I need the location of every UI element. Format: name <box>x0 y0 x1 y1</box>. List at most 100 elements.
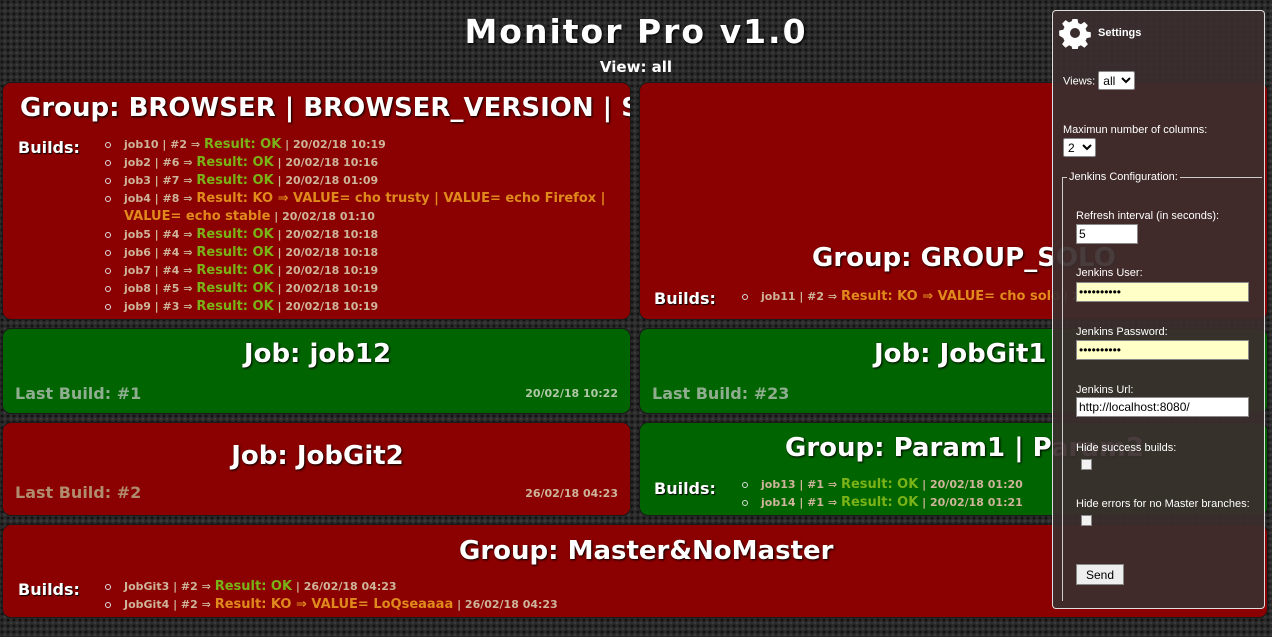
settings-panel: Settings Views: all Maximun number of co… <box>1052 10 1265 609</box>
refresh-label: Refresh interval (in seconds): <box>1076 210 1220 222</box>
build-item: job5 | #4 ⇒ Result: OK | 20/02/18 10:18 <box>103 226 623 244</box>
build-result: Result: OK <box>203 137 282 152</box>
build-date: | 20/02/18 01:10 <box>270 210 375 223</box>
arrow-icon: ⇒ <box>183 174 193 187</box>
jenkins-config-legend: Jenkins Configuration: <box>1069 171 1178 183</box>
jenkins-password-input[interactable] <box>1076 340 1249 360</box>
build-item: job2 | #6 ⇒ Result: OK | 20/02/18 10:16 <box>103 154 623 172</box>
build-item: job8 | #5 ⇒ Result: OK | 20/02/18 10:19 <box>103 280 623 298</box>
build-item: job4 | #8 ⇒ Result: KO ⇒ VALUE= cho trus… <box>103 190 623 226</box>
build-job: JobGit3 | #2 <box>124 580 198 593</box>
group-card-browser: Group: BROWSER | BROWSER_VERSION | SO Bu… <box>2 82 631 320</box>
build-date: | 26/02/18 04:23 <box>292 580 397 593</box>
arrow-icon: ⇒ <box>201 580 211 593</box>
build-job: job10 | #2 <box>124 138 188 151</box>
build-result: Result: OK <box>196 245 274 260</box>
columns-select[interactable]: 2 <box>1063 138 1096 157</box>
build-job: job8 | #5 <box>124 282 180 295</box>
build-date: | 20/02/18 10:19 <box>273 282 379 295</box>
last-build-label: Last Build: #23 <box>652 384 790 403</box>
hide-success-label: Hide success builds: <box>1076 442 1177 454</box>
build-date: 26/02/18 04:23 <box>525 487 618 500</box>
job-card-jobgit2: Job: JobGit2 Last Build: #2 26/02/18 04:… <box>2 422 631 516</box>
build-result: Result: OK <box>196 263 274 278</box>
arrow-icon: ⇒ <box>183 156 193 169</box>
arrow-icon: ⇒ <box>201 598 211 611</box>
builds-label: Builds: <box>654 479 716 498</box>
views-label: Views: <box>1063 75 1096 88</box>
build-result: Result: KO ⇒ VALUE= LoQseaaaa <box>214 597 454 612</box>
build-date: 20/02/18 10:22 <box>525 387 618 400</box>
build-date: | 20/02/18 01:20 <box>918 478 1023 491</box>
build-result: Result: OK <box>196 155 274 170</box>
arrow-icon: ⇒ <box>183 192 193 205</box>
build-date: | 26/02/18 04:23 <box>453 598 558 611</box>
build-list: JobGit3 | #2 ⇒ Result: OK | 26/02/18 04:… <box>103 578 703 614</box>
arrow-icon: ⇒ <box>827 496 838 509</box>
jenkins-password-label: Jenkins Password: <box>1076 326 1168 338</box>
build-date: | 20/02/18 10:19 <box>273 264 379 277</box>
build-date: | 20/02/18 10:19 <box>281 138 386 151</box>
card-title: Group: BROWSER | BROWSER_VERSION | SO <box>20 93 631 123</box>
build-result: Result: OK <box>840 477 919 492</box>
build-item: job6 | #4 ⇒ Result: OK | 20/02/18 10:18 <box>103 244 623 262</box>
views-select[interactable]: all <box>1098 71 1136 90</box>
card-title: Job: job12 <box>243 339 392 369</box>
jenkins-url-input[interactable] <box>1076 397 1249 417</box>
last-build-label: Last Build: #1 <box>15 384 142 403</box>
views-field: Views: all <box>1063 71 1136 90</box>
card-title: Group: Master&NoMaster <box>459 536 834 566</box>
build-job: job6 | #4 <box>124 246 180 259</box>
build-result: Result: OK <box>214 579 293 594</box>
card-title: Job: JobGit2 <box>231 441 404 471</box>
arrow-icon: ⇒ <box>183 282 193 295</box>
build-date: | 20/02/18 10:16 <box>273 156 379 169</box>
arrow-icon: ⇒ <box>183 246 193 259</box>
last-build-label: Last Build: #2 <box>15 483 142 502</box>
arrow-icon: ⇒ <box>827 290 838 303</box>
build-job: job4 | #8 <box>124 192 180 205</box>
arrow-icon: ⇒ <box>183 300 193 313</box>
build-job: job7 | #4 <box>124 264 180 277</box>
build-result: Result: OK <box>196 227 274 242</box>
build-result: Result: OK <box>196 281 274 296</box>
build-job: job5 | #4 <box>124 228 180 241</box>
settings-header[interactable]: Settings <box>1059 17 1141 49</box>
jenkins-user-input[interactable] <box>1076 282 1249 302</box>
card-title: Job: JobGit1 <box>874 339 1047 369</box>
builds-label: Builds: <box>654 289 716 308</box>
build-item: job3 | #7 ⇒ Result: OK | 20/02/18 01:09 <box>103 172 623 190</box>
build-item: job9 | #3 ⇒ Result: OK | 20/02/18 10:19 <box>103 298 623 316</box>
columns-label: Maximun number of columns: <box>1063 124 1208 136</box>
build-result: Result: OK <box>840 495 919 510</box>
hide-errors-label: Hide errors for no Master branches: <box>1076 498 1250 510</box>
builds-label: Builds: <box>18 580 80 599</box>
jenkins-url-label: Jenkins Url: <box>1076 384 1134 396</box>
refresh-interval-input[interactable] <box>1076 224 1138 244</box>
jenkins-user-label: Jenkins User: <box>1076 267 1143 279</box>
build-date: | 20/02/18 01:21 <box>918 496 1023 509</box>
hide-success-checkbox[interactable] <box>1081 459 1092 470</box>
build-job: job9 | #3 <box>124 300 180 313</box>
gear-icon[interactable] <box>1059 17 1091 49</box>
build-item: job10 | #2 ⇒ Result: OK | 20/02/18 10:19 <box>103 136 623 154</box>
build-job: job14 | #1 <box>761 496 825 509</box>
build-date: | 20/02/18 10:18 <box>273 228 379 241</box>
build-job: job11 | #2 <box>761 290 825 303</box>
arrow-icon: ⇒ <box>190 138 201 151</box>
arrow-icon: ⇒ <box>183 228 193 241</box>
hide-errors-checkbox[interactable] <box>1081 515 1092 526</box>
arrow-icon: ⇒ <box>827 478 838 491</box>
build-job: job2 | #6 <box>124 156 180 169</box>
send-button[interactable]: Send <box>1076 564 1124 585</box>
build-list: job10 | #2 ⇒ Result: OK | 20/02/18 10:19… <box>103 136 623 316</box>
build-job: job3 | #7 <box>124 174 180 187</box>
build-item: job7 | #4 ⇒ Result: OK | 20/02/18 10:19 <box>103 262 623 280</box>
build-result: Result: KO ⇒ VALUE= cho solo <box>840 289 1061 304</box>
build-date: | 20/02/18 01:09 <box>273 174 379 187</box>
build-item: JobGit4 | #2 ⇒ Result: KO ⇒ VALUE= LoQse… <box>103 596 703 614</box>
build-item: JobGit3 | #2 ⇒ Result: OK | 26/02/18 04:… <box>103 578 703 596</box>
job-card-job12: Job: job12 Last Build: #1 20/02/18 10:22 <box>2 328 631 414</box>
build-result: Result: OK <box>196 173 274 188</box>
build-job: JobGit4 | #2 <box>124 598 198 611</box>
